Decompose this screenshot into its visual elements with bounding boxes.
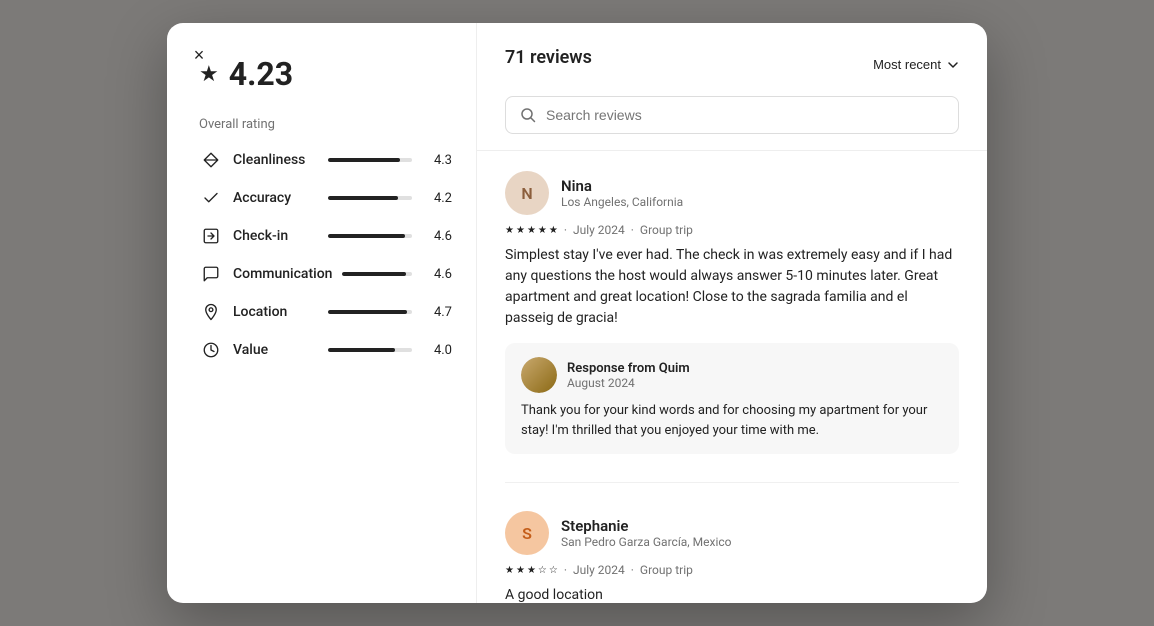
checkin-icon xyxy=(199,224,223,248)
review-date: July 2024 xyxy=(573,223,625,237)
review-date: July 2024 xyxy=(573,563,625,577)
rating-value-location: 4.7 xyxy=(422,305,452,320)
rating-name-checkin: Check-in xyxy=(233,228,318,244)
review-meta: ★★★★★ · July 2024 · Group trip xyxy=(505,223,959,237)
star-4: ★ xyxy=(538,225,547,236)
value-icon xyxy=(199,338,223,362)
avatar: S xyxy=(505,511,549,555)
sort-button[interactable]: Most recent xyxy=(873,57,959,72)
rating-name-accuracy: Accuracy xyxy=(233,190,318,206)
review-meta: ★★★☆☆ · July 2024 · Group trip xyxy=(505,563,959,577)
stars-small: ★★★☆☆ xyxy=(505,565,558,576)
rating-name-cleanliness: Cleanliness xyxy=(233,152,318,168)
review-item-stephanie: S Stephanie San Pedro Garza García, Mexi… xyxy=(505,511,959,603)
modal-overlay: × ★ 4.23 Overall rating Cleanliness 4.3 … xyxy=(0,0,1154,626)
reviews-header: 71 reviews Most recent xyxy=(477,23,987,151)
response-from: Response from Quim xyxy=(567,361,690,376)
rating-value-cleanliness: 4.3 xyxy=(422,153,452,168)
search-box xyxy=(505,96,959,134)
chevron-down-icon xyxy=(947,59,959,71)
location-icon xyxy=(199,300,223,324)
star-5: ★ xyxy=(549,225,558,236)
rating-name-communication: Communication xyxy=(233,266,332,282)
response-text: Thank you for your kind words and for ch… xyxy=(521,401,943,440)
review-item-nina: N Nina Los Angeles, California ★★★★★ · J… xyxy=(505,171,959,483)
star-2: ★ xyxy=(516,565,525,576)
reviewer-name: Stephanie xyxy=(561,517,731,535)
review-dot2: · xyxy=(631,223,634,237)
cleanliness-icon xyxy=(199,148,223,172)
rating-name-location: Location xyxy=(233,304,318,320)
reviewer-location: Los Angeles, California xyxy=(561,195,683,209)
close-button[interactable]: × xyxy=(183,39,215,71)
review-dot2: · xyxy=(631,563,634,577)
rating-row-value: Value 4.0 xyxy=(199,338,452,362)
reviews-list: N Nina Los Angeles, California ★★★★★ · J… xyxy=(477,151,987,603)
rating-bar-checkin xyxy=(328,234,413,238)
stars-small: ★★★★★ xyxy=(505,225,558,236)
search-icon xyxy=(520,107,536,123)
rating-value-accuracy: 4.2 xyxy=(422,191,452,206)
rating-bar-cleanliness xyxy=(328,158,413,162)
response-date: August 2024 xyxy=(567,376,690,390)
left-panel: ★ 4.23 Overall rating Cleanliness 4.3 Ac… xyxy=(167,23,477,603)
rating-bar-communication xyxy=(342,272,412,276)
response-block: Response from Quim August 2024 Thank you… xyxy=(505,343,959,454)
reviews-title: 71 reviews xyxy=(505,47,592,68)
reviewer-row: N Nina Los Angeles, California xyxy=(505,171,959,215)
review-dot: · xyxy=(564,223,567,237)
response-header: Response from Quim August 2024 xyxy=(521,357,943,393)
rating-bar-value xyxy=(328,348,413,352)
reviewer-name: Nina xyxy=(561,177,683,195)
rating-bars: Cleanliness 4.3 Accuracy 4.2 Check-in 4.… xyxy=(199,148,452,362)
rating-row-checkin: Check-in 4.6 xyxy=(199,224,452,248)
overall-score: 4.23 xyxy=(229,55,293,93)
star-3: ★ xyxy=(527,225,536,236)
sort-label: Most recent xyxy=(873,57,941,72)
star-5: ☆ xyxy=(549,565,558,576)
rating-header: ★ 4.23 xyxy=(199,55,452,93)
reviewer-info: Stephanie San Pedro Garza García, Mexico xyxy=(561,517,731,549)
reviewer-location: San Pedro Garza García, Mexico xyxy=(561,535,731,549)
star-1: ★ xyxy=(505,565,514,576)
star-4: ☆ xyxy=(538,565,547,576)
rating-value-checkin: 4.6 xyxy=(422,229,452,244)
reviews-modal: × ★ 4.23 Overall rating Cleanliness 4.3 … xyxy=(167,23,987,603)
modal-body: ★ 4.23 Overall rating Cleanliness 4.3 Ac… xyxy=(167,23,987,603)
rating-row-communication: Communication 4.6 xyxy=(199,262,452,286)
response-info: Response from Quim August 2024 xyxy=(567,361,690,390)
rating-value-communication: 4.6 xyxy=(422,267,452,282)
overall-label: Overall rating xyxy=(199,117,452,132)
star-2: ★ xyxy=(516,225,525,236)
review-text: Simplest stay I've ever had. The check i… xyxy=(505,245,959,329)
review-trip-type: Group trip xyxy=(640,563,693,577)
review-trip-type: Group trip xyxy=(640,223,693,237)
rating-bar-location xyxy=(328,310,413,314)
rating-name-value: Value xyxy=(233,342,318,358)
accuracy-icon xyxy=(199,186,223,210)
rating-row-cleanliness: Cleanliness 4.3 xyxy=(199,148,452,172)
communication-icon xyxy=(199,262,223,286)
avatar: N xyxy=(505,171,549,215)
search-input[interactable] xyxy=(546,107,944,123)
star-1: ★ xyxy=(505,225,514,236)
rating-row-accuracy: Accuracy 4.2 xyxy=(199,186,452,210)
host-avatar xyxy=(521,357,557,393)
rating-bar-accuracy xyxy=(328,196,413,200)
rating-value-value: 4.0 xyxy=(422,343,452,358)
right-panel: 71 reviews Most recent xyxy=(477,23,987,603)
rating-row-location: Location 4.7 xyxy=(199,300,452,324)
star-3: ★ xyxy=(527,565,536,576)
review-dot: · xyxy=(564,563,567,577)
reviewer-row: S Stephanie San Pedro Garza García, Mexi… xyxy=(505,511,959,555)
review-text: A good location xyxy=(505,585,959,603)
reviewer-info: Nina Los Angeles, California xyxy=(561,177,683,209)
